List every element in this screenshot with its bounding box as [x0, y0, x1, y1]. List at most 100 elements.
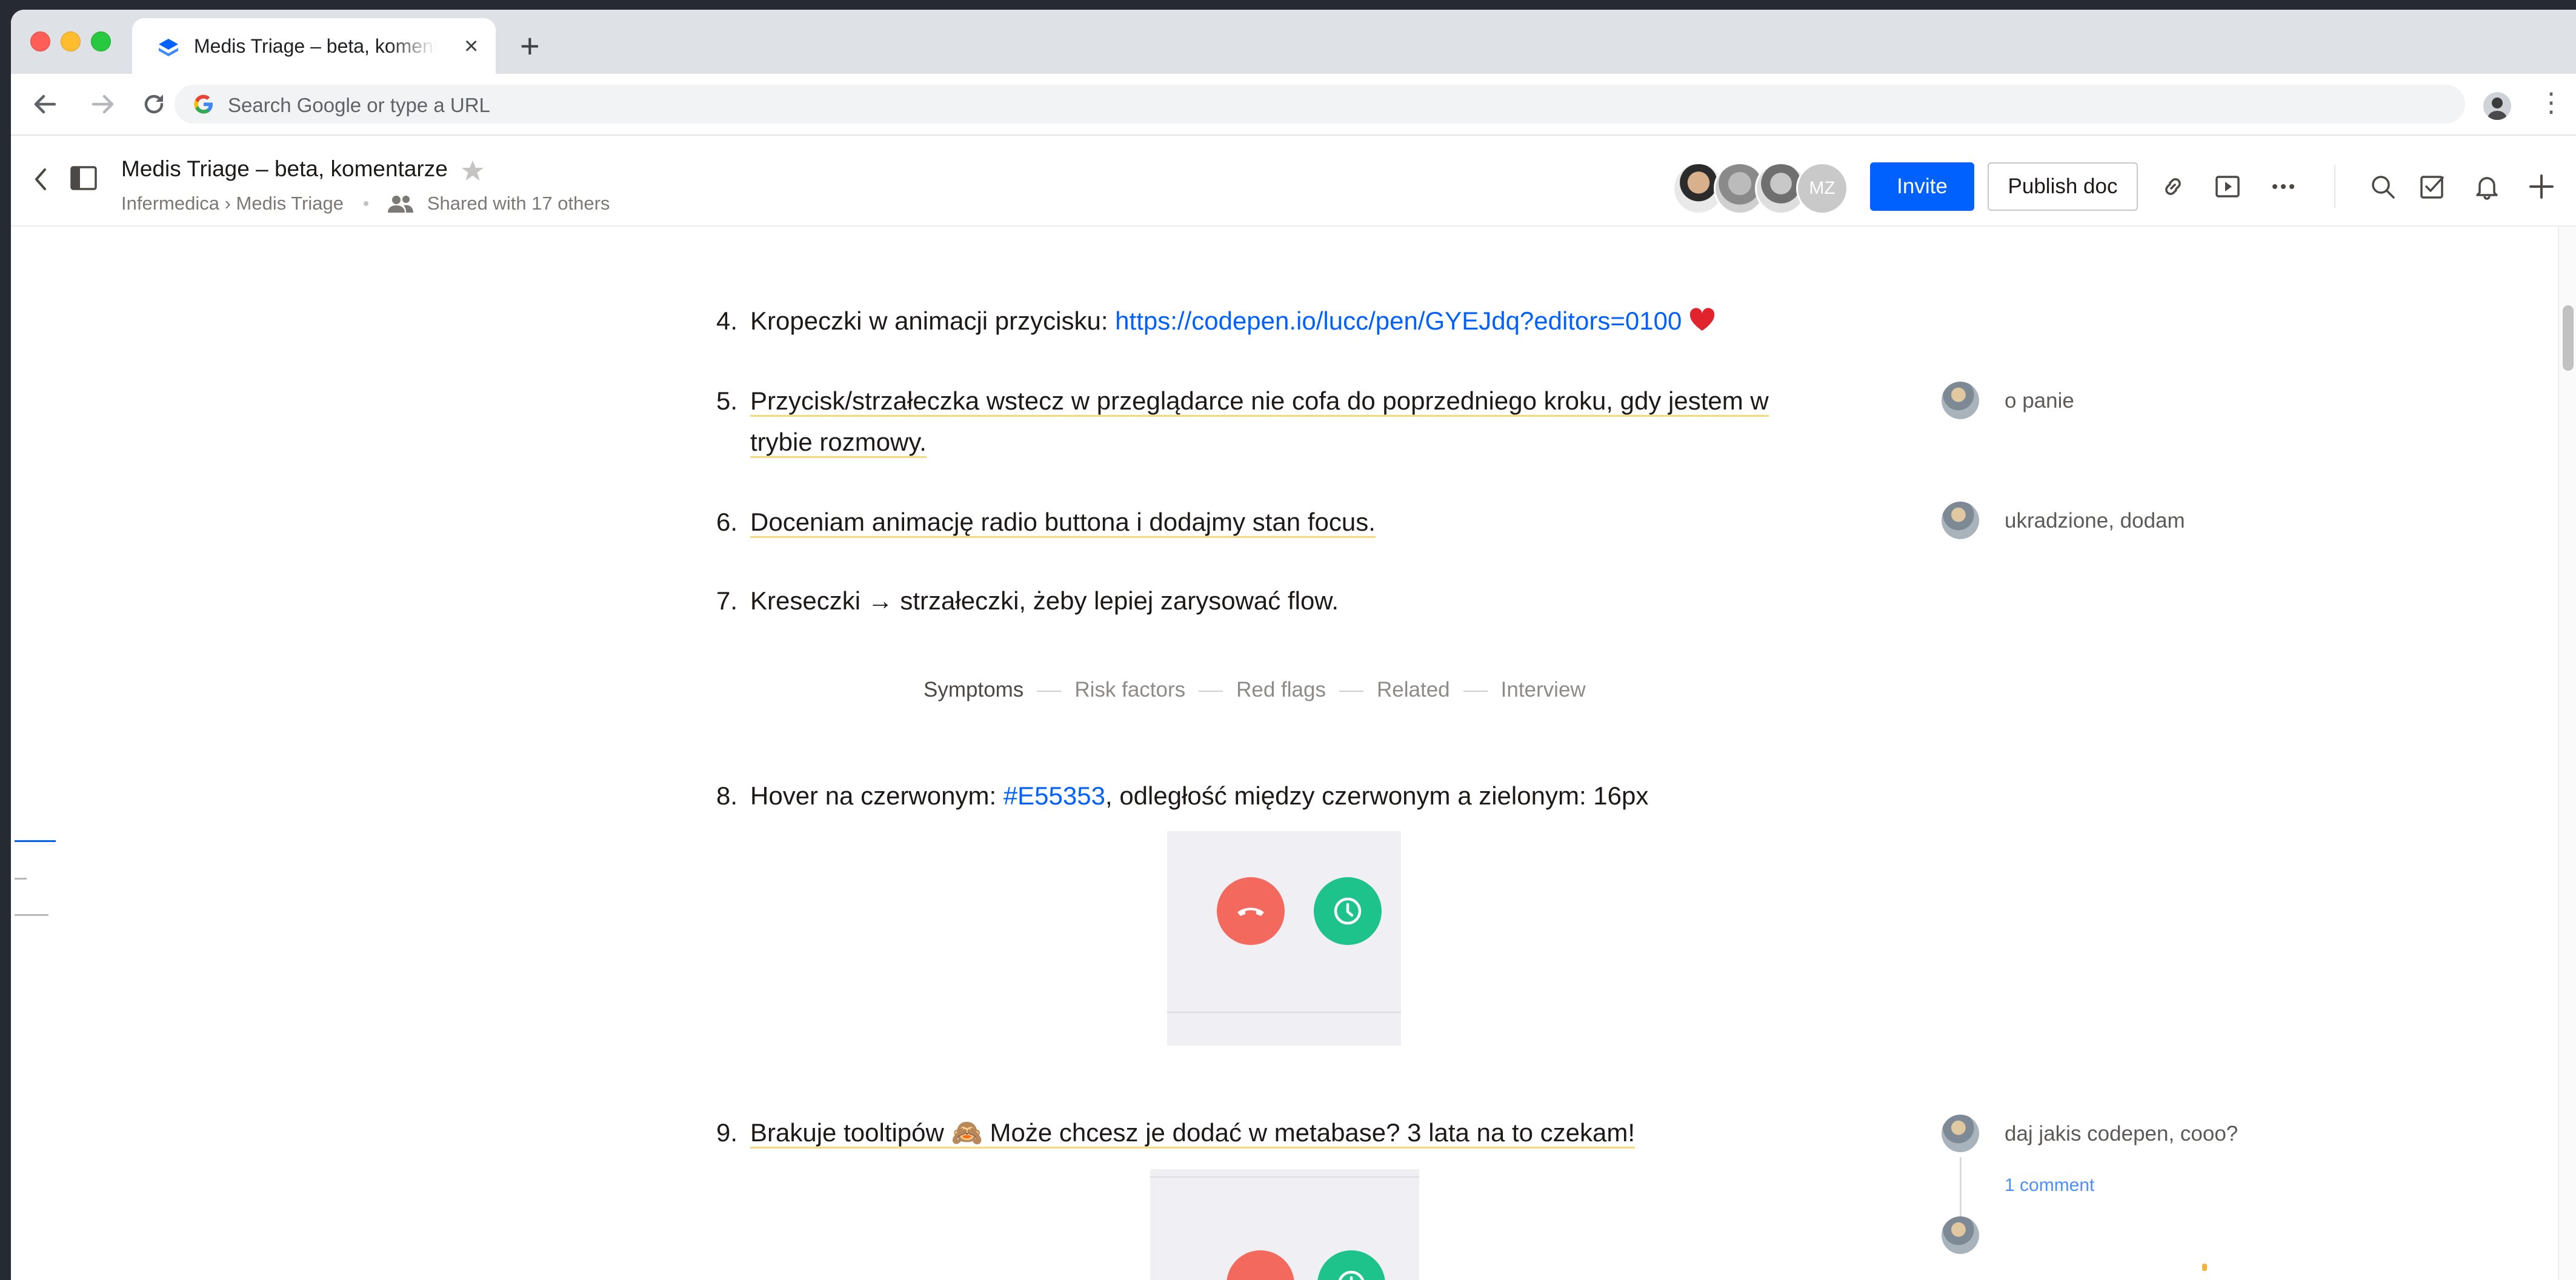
step-label: Interview — [1500, 678, 1586, 701]
tab-close-icon[interactable]: × — [464, 34, 478, 58]
breadcrumb-path[interactable]: Infermedica › Medis Triage — [121, 193, 344, 214]
zoom-window-button[interactable] — [91, 32, 111, 51]
scrollbar-thumb[interactable] — [2563, 305, 2574, 371]
step-separator — [1339, 690, 1363, 692]
commenter-avatar[interactable] — [1942, 1115, 1979, 1152]
scrollbar[interactable] — [2558, 227, 2576, 1280]
outline-marker[interactable] — [15, 914, 48, 916]
comment-text[interactable]: o panie — [2005, 389, 2074, 413]
phone-hangup-icon — [1243, 1267, 1277, 1280]
list-number: 8. — [716, 781, 738, 810]
phone-hangup-icon — [1237, 907, 1264, 916]
item-text: Hover na czerwonym: — [750, 781, 1003, 810]
close-window-button[interactable] — [30, 32, 50, 51]
buttons-screenshot-image[interactable] — [1150, 1169, 1419, 1280]
publish-doc-button[interactable]: Publish doc — [1988, 162, 2138, 211]
list-number: 4. — [716, 307, 738, 335]
step-separator — [1199, 690, 1223, 692]
list-number: 7. — [716, 586, 738, 615]
breadcrumb: Infermedica › Medis Triage Shared with 1… — [121, 191, 610, 214]
color-link[interactable]: #E55353 — [1003, 781, 1105, 810]
heart-emoji-icon — [1689, 308, 1715, 331]
schedule-button-mock — [1314, 877, 1382, 945]
tasks-checkbox-icon[interactable] — [2419, 173, 2446, 200]
commented-text[interactable]: trybie rozmowy. — [750, 428, 927, 458]
link-icon[interactable] — [2160, 173, 2186, 200]
outline-marker-active[interactable] — [15, 840, 56, 842]
collaborator-avatar-initials[interactable]: MZ — [1796, 162, 1848, 214]
document-body: 4. Kropeczki w animacji przycisku: https… — [11, 227, 2576, 1280]
browser-menu-icon[interactable]: ⋮ — [2538, 90, 2564, 116]
new-tab-button[interactable]: + — [520, 29, 540, 63]
commented-text[interactable]: Przycisk/strzałeczka wstecz w przeglądar… — [750, 386, 1769, 417]
step-label: Related — [1377, 678, 1450, 701]
address-bar[interactable]: Search Google or type a URL — [175, 85, 2465, 124]
invite-button[interactable]: Invite — [1870, 162, 1974, 211]
browser-window: Medis Triage – beta, komentarze × + Sear… — [11, 10, 2576, 1280]
shared-with-label[interactable]: Shared with 17 others — [427, 193, 610, 214]
star-icon[interactable] — [461, 159, 485, 183]
dropbox-paper-favicon-icon — [159, 39, 178, 56]
outline-marker[interactable] — [15, 878, 27, 880]
commenter-avatar[interactable] — [1942, 502, 1979, 539]
list-item-text: Przycisk/strzałeczka wstecz w przeglądar… — [750, 380, 1817, 463]
commented-text[interactable]: Brakuje tooltipów 🙈 Może chcesz je dodać… — [750, 1118, 1636, 1149]
clock-icon — [1338, 1270, 1365, 1280]
list-item-text: Brakuje tooltipów 🙈 Może chcesz je dodać… — [750, 1112, 1817, 1153]
browser-toolbar: Search Google or type a URL ⋮ — [11, 74, 2576, 136]
paper-header: Medis Triage – beta, komentarze Infermed… — [11, 136, 2576, 227]
list-number: 5. — [716, 386, 738, 415]
step-separator — [1463, 690, 1488, 692]
people-icon — [388, 195, 414, 213]
hang-up-button-mock — [1226, 1250, 1294, 1280]
tab-strip: Medis Triage – beta, komentarze × + — [11, 10, 2576, 74]
sidebar-toggle-icon[interactable] — [70, 166, 97, 190]
back-arrow-icon[interactable] — [30, 90, 59, 119]
forward-arrow-icon[interactable] — [88, 90, 118, 119]
mock-divider — [1150, 1176, 1419, 1178]
present-icon[interactable] — [2214, 173, 2241, 200]
breadcrumb-separator — [363, 201, 368, 206]
reload-icon[interactable] — [139, 90, 168, 119]
item-text: Kreseczki → strzałeczki, żeby lepiej zar… — [750, 586, 1339, 615]
header-divider — [2334, 165, 2335, 208]
browser-profile-avatar[interactable] — [2483, 92, 2511, 120]
schedule-button-mock — [1317, 1250, 1385, 1280]
list-number: 9. — [716, 1118, 738, 1147]
address-bar-placeholder: Search Google or type a URL — [228, 94, 490, 116]
tab-title: Medis Triage – beta, komentarze — [194, 35, 436, 57]
buttons-screenshot-image[interactable] — [1167, 831, 1401, 1046]
list-item-text: Kropeczki w animacji przycisku: https://… — [750, 300, 1817, 342]
search-icon[interactable] — [2369, 173, 2396, 200]
create-new-plus-icon[interactable] — [2528, 173, 2555, 200]
browser-tab-active[interactable]: Medis Triage – beta, komentarze × — [132, 18, 496, 74]
step-separator — [1037, 690, 1062, 692]
list-item-text: Hover na czerwonym: #E55353, odległość m… — [750, 775, 1817, 817]
google-g-icon — [194, 95, 213, 114]
notifications-bell-icon[interactable] — [2474, 173, 2500, 200]
commenter-avatar[interactable] — [1942, 1216, 1979, 1254]
item-text: Kropeczki w animacji przycisku: — [750, 307, 1116, 335]
list-item-text: Kreseczki → strzałeczki, żeby lepiej zar… — [750, 580, 1817, 622]
back-chevron-icon[interactable] — [32, 166, 50, 193]
list-number: 6. — [716, 508, 738, 536]
comment-text[interactable]: daj jakis codepen, cooo? — [2005, 1122, 2238, 1146]
hang-up-button-mock — [1217, 877, 1285, 945]
item-text: , odległość między czerwonym a zielonym:… — [1105, 781, 1649, 810]
codepen-link[interactable]: https://codepen.io/lucc/pen/GYEJdq?edito… — [1115, 307, 1682, 335]
mock-divider — [1167, 1012, 1401, 1013]
step-label: Symptoms — [924, 678, 1024, 701]
comment-count-link[interactable]: 1 comment — [2005, 1175, 2094, 1196]
more-options-icon[interactable] — [2270, 173, 2297, 200]
comment-text[interactable]: ukradzione, dodam — [2005, 509, 2185, 533]
clock-icon — [1334, 897, 1362, 925]
sparkle-decoration — [2202, 1264, 2207, 1271]
commenter-avatar[interactable] — [1942, 382, 1979, 419]
doc-title[interactable]: Medis Triage – beta, komentarze — [121, 156, 448, 182]
profile-avatar-icon — [2487, 98, 2508, 120]
list-item-text: Doceniam animację radio buttona i dodajm… — [750, 502, 1817, 543]
step-label: Red flags — [1236, 678, 1326, 701]
steps-indicator-image: Symptoms Risk factors Red flags Related Inte… — [924, 678, 1586, 702]
commented-text[interactable]: Doceniam animację radio buttona i dodajm… — [750, 508, 1376, 538]
minimize-window-button[interactable] — [61, 32, 81, 51]
